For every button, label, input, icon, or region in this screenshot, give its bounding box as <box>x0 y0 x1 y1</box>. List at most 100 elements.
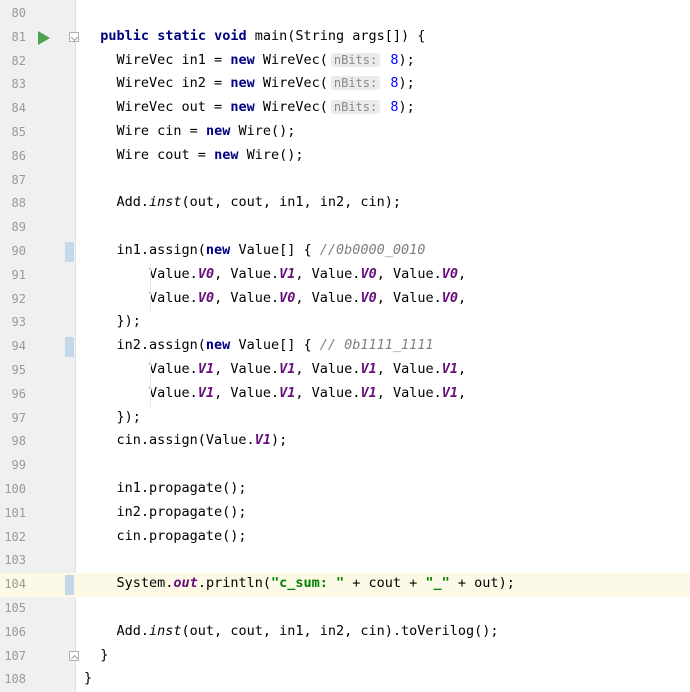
code-token: , <box>214 361 231 377</box>
code-token: Add. <box>116 194 150 211</box>
line-number: 86 <box>11 148 26 163</box>
code-line[interactable]: 96 Value.V1, Value.V1, Value.V1, Value.V… <box>0 383 690 407</box>
code-token: new <box>230 51 255 68</box>
code-token: Value. <box>149 265 198 282</box>
code-line[interactable]: 107 } <box>0 645 690 669</box>
code-token: V1 <box>279 361 296 377</box>
code-token: in2.propagate(); <box>116 503 247 520</box>
line-number: 94 <box>11 339 26 354</box>
code-line[interactable]: 100 in1.propagate(); <box>0 478 690 502</box>
code-text: Add.inst(out, cout, in1, in2, cin); <box>84 194 401 210</box>
code-token: ); <box>398 99 415 116</box>
code-token: Wire <box>116 123 150 139</box>
code-token: new <box>230 99 255 116</box>
code-token: cout = <box>149 146 215 163</box>
line-number: 85 <box>11 125 26 139</box>
code-line[interactable]: 98 cin.assign(Value.V1); <box>0 430 690 454</box>
code-line[interactable]: 101 in2.propagate(); <box>0 502 690 526</box>
code-token: Value. <box>149 361 198 377</box>
code-line[interactable]: 89 <box>0 216 690 240</box>
fold-icon[interactable] <box>69 650 79 661</box>
code-text: } <box>84 647 108 663</box>
line-number: 90 <box>11 244 26 258</box>
code-line[interactable]: 108} <box>0 668 690 692</box>
line-number: 107 <box>4 648 26 663</box>
code-line[interactable]: 88 Add.inst(out, cout, in1, in2, cin); <box>0 192 690 216</box>
code-line[interactable]: 95 Value.V1, Value.V1, Value.V1, Value.V… <box>0 359 690 383</box>
code-token: .println( <box>197 575 271 592</box>
code-token: WireVec( <box>254 99 328 116</box>
code-line[interactable]: 99 <box>0 454 690 478</box>
code-line[interactable]: 91 Value.V0, Value.V1, Value.V0, Value.V… <box>0 264 690 288</box>
code-token: "c_sum: " <box>270 575 345 592</box>
code-token: ); <box>270 432 288 449</box>
code-line[interactable]: 90 in1.assign(new Value[] { //0b0000_001… <box>0 240 690 264</box>
code-token: V0 <box>441 289 459 306</box>
code-token: (out, cout, in1, in2, cin); <box>181 194 401 211</box>
code-line[interactable]: 85 Wire cin = new Wire(); <box>0 121 690 145</box>
code-token: cin.propagate(); <box>116 527 247 544</box>
code-text: WireVec in1 = new WireVec(nBits: 8); <box>84 52 415 68</box>
code-line[interactable]: 104 System.out.println("c_sum: " + cout … <box>0 573 690 598</box>
code-token: // 0b1111_1111 <box>319 337 434 354</box>
line-number: 102 <box>4 529 26 544</box>
code-line[interactable]: 93 }); <box>0 311 690 335</box>
code-token: Value. <box>311 265 361 282</box>
code-token: (out, cout, in1, in2, cin).toVerilog(); <box>181 622 499 639</box>
line-number: 87 <box>11 172 26 187</box>
code-token: main(String args[]) { <box>246 27 426 44</box>
code-token: WireVec( <box>254 51 328 68</box>
code-token: new <box>205 242 231 258</box>
line-number: 91 <box>11 267 26 282</box>
code-token: Value. <box>311 361 361 377</box>
code-token: }); <box>116 313 141 330</box>
code-line[interactable]: 87 <box>0 169 690 193</box>
code-line[interactable]: 82 WireVec in1 = new WireVec(nBits: 8); <box>0 50 690 74</box>
code-editor[interactable]: 80 81 public static void main(String args… <box>0 0 690 692</box>
indent-guide <box>150 263 151 312</box>
change-marker <box>65 575 74 596</box>
code-token: Value. <box>230 289 280 306</box>
code-token: Wire(); <box>238 146 304 163</box>
code-token: cin.assign(Value. <box>116 432 255 449</box>
code-line[interactable]: 81 public static void main(String args[]… <box>0 26 690 50</box>
code-line[interactable]: 94 in2.assign(new Value[] { // 0b1111_11… <box>0 335 690 359</box>
run-icon[interactable] <box>38 30 50 45</box>
code-token: new <box>205 123 231 139</box>
code-line[interactable]: 84 WireVec out = new WireVec(nBits: 8); <box>0 97 690 121</box>
code-line[interactable]: 83 WireVec in2 = new WireVec(nBits: 8); <box>0 73 690 97</box>
code-line[interactable]: 97 }); <box>0 407 690 431</box>
line-number: 96 <box>11 386 26 401</box>
code-token: } <box>100 646 109 663</box>
code-token: 8 <box>390 51 399 68</box>
code-token: , <box>458 265 467 282</box>
code-token: cin = <box>149 123 206 139</box>
code-token: Value[] { <box>230 242 320 258</box>
code-line[interactable]: 102 cin.propagate(); <box>0 526 690 550</box>
code-line[interactable]: 106 Add.inst(out, cout, in1, in2, cin).t… <box>0 621 690 645</box>
line-number: 97 <box>11 410 26 425</box>
code-line[interactable]: 92 Value.V0, Value.V0, Value.V0, Value.V… <box>0 288 690 312</box>
code-line[interactable]: 105 <box>0 597 690 621</box>
line-number: 80 <box>11 6 26 20</box>
code-token: , <box>458 289 467 306</box>
code-token: new <box>205 337 231 354</box>
code-line[interactable]: 86 Wire cout = new Wire(); <box>0 145 690 169</box>
code-line[interactable]: 103 <box>0 549 690 573</box>
code-token: V0 <box>360 289 377 306</box>
code-token: void <box>214 27 247 44</box>
code-token: Value. <box>149 384 198 401</box>
code-token: + out); <box>449 575 515 592</box>
fold-icon[interactable] <box>69 31 79 42</box>
code-token: V0 <box>441 265 459 282</box>
code-token: in1.assign( <box>116 242 206 258</box>
line-number: 89 <box>11 220 26 235</box>
code-token: WireVec( <box>254 75 328 92</box>
code-text: Value.V0, Value.V0, Value.V0, Value.V0, <box>84 290 466 306</box>
code-token: Value. <box>230 361 280 377</box>
code-line[interactable]: 80 <box>0 2 690 26</box>
code-text: in2.propagate(); <box>84 504 247 520</box>
param-hint: nBits: <box>330 100 381 115</box>
code-token: , <box>376 265 393 282</box>
code-token: Value. <box>392 361 442 377</box>
